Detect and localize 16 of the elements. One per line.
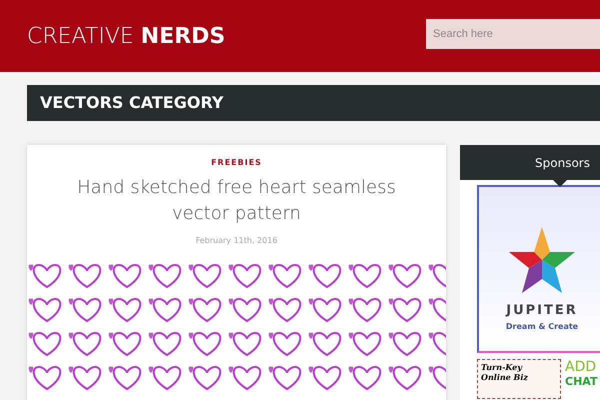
search-field[interactable]: Search here [426, 19, 600, 49]
category-link[interactable]: FREEBIES [211, 157, 262, 169]
sponsor-banner[interactable]: JUPITER Dream & Create [477, 185, 600, 353]
post-title[interactable]: Hand sketched free heart seamless vector pattern [27, 175, 446, 227]
sponsor-tagline: Dream & Create [506, 320, 578, 332]
star-logo-icon [509, 227, 575, 293]
sponsor-name: JUPITER [506, 302, 578, 320]
sponsors-title: Sponsors [535, 154, 590, 172]
banner-text: Online Biz [481, 372, 529, 382]
post-date: February 11th, 2016 [196, 235, 278, 247]
category-title: VECTORS CATEGORY [40, 92, 224, 114]
banner-text: CHAT [565, 375, 598, 389]
banner-text: ADD [565, 359, 598, 375]
site-logo[interactable]: CREATIVE NERDS [27, 20, 226, 53]
sponsor-banner[interactable]: Turn-Key Online Biz [477, 359, 561, 399]
banner-text: Turn-Key [481, 362, 524, 372]
